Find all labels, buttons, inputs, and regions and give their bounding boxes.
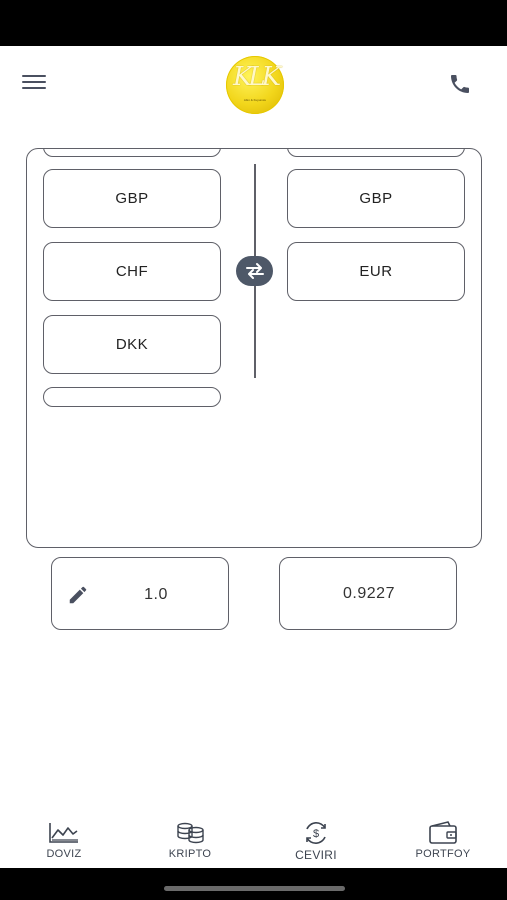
currency-selector-panel: GBP CHF DKK GBP EUR [26,148,482,548]
from-currency-gbp[interactable]: GBP [43,169,221,228]
result-box: 0.9227 [279,557,457,630]
phone-icon[interactable] [448,72,472,96]
amount-input-box[interactable] [51,557,229,630]
bottom-nav: DOVIZ KRIPTO $ CEVIRI PORTFOY [0,812,507,868]
brand-logo: KLK Altın & Kuyumcu [226,56,284,114]
amount-input[interactable] [106,580,206,610]
logo-subtext: Altın & Kuyumcu [243,98,267,102]
conversion-result: 0.9227 [343,585,395,602]
nav-doviz[interactable]: DOVIZ [19,820,109,866]
app-header: KLK Altın & Kuyumcu [0,46,507,122]
nav-label-kripto: KRIPTO [168,848,212,860]
swap-arrows-icon [245,263,264,279]
to-currency-partial-top[interactable] [287,149,465,157]
nav-label-ceviri: CEVIRI [295,848,337,862]
from-currency-chf[interactable]: CHF [43,242,221,301]
wallet-icon [429,821,457,844]
from-currency-partial-top[interactable] [43,149,221,157]
hamburger-menu-icon[interactable] [22,75,46,93]
nav-label-portfoy: PORTFOY [415,848,471,860]
to-currency-eur[interactable]: EUR [287,242,465,301]
status-bar [0,0,507,46]
home-indicator[interactable] [164,886,345,891]
from-currency-dkk[interactable]: DKK [43,315,221,374]
coins-icon [177,822,204,844]
exchange-icon: $ [306,822,326,844]
pencil-icon [69,586,87,604]
nav-ceviri[interactable]: $ CEVIRI [271,820,361,866]
nav-label-doviz: DOVIZ [46,848,82,860]
system-bottom-bar [0,868,507,900]
nav-portfoy[interactable]: PORTFOY [398,820,488,866]
nav-kripto[interactable]: KRIPTO [145,820,235,866]
svg-text:$: $ [313,828,319,840]
to-currency-gbp[interactable]: GBP [287,169,465,228]
chart-icon [49,823,78,843]
logo-text: KLK [232,62,281,92]
swap-currencies-button[interactable] [236,256,273,286]
from-currency-partial-bottom[interactable] [43,387,221,407]
